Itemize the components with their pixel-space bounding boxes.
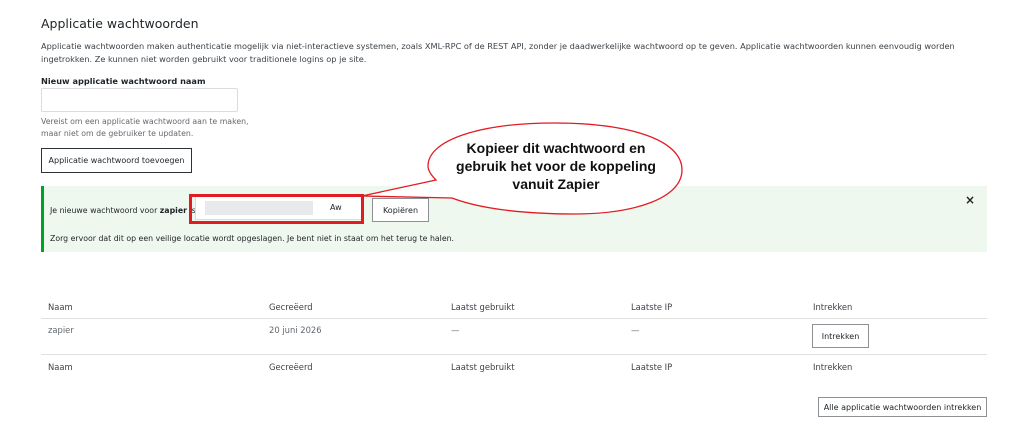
col-header-last-used: Laatst gebruikt	[451, 302, 515, 312]
revoke-button[interactable]: Intrekken	[812, 324, 869, 348]
add-app-password-button[interactable]: Applicatie wachtwoord toevoegen	[41, 148, 192, 173]
table-divider	[41, 318, 987, 319]
row-created: 20 juni 2026	[269, 325, 322, 335]
callout-text: Kopieer dit wachtwoord en gebruik het vo…	[456, 140, 656, 192]
table-divider	[41, 354, 987, 355]
col-header-last-ip: Laatste IP	[631, 302, 673, 312]
notice-app-name: zapier	[159, 206, 187, 215]
col-header-name: Naam	[48, 302, 73, 312]
row-last-used: —	[451, 325, 460, 335]
password-highlight-box	[189, 194, 364, 224]
col-footer-revoke: Intrekken	[813, 362, 853, 372]
name-label: Nieuw applicatie wachtwoord naam	[41, 76, 206, 86]
col-footer-name: Naam	[48, 362, 73, 372]
notice-message: Je nieuwe wachtwoord voor zapier is:	[50, 206, 199, 215]
notice-warning: Zorg ervoor dat dit op een veilige locat…	[50, 234, 455, 243]
section-description: Applicatie wachtwoorden maken authentica…	[41, 41, 955, 64]
col-footer-created: Gecreëerd	[269, 362, 313, 372]
section-title: Applicatie wachtwoorden	[41, 16, 199, 31]
name-hint: Vereist om een applicatie wachtwoord aan…	[41, 117, 249, 138]
col-footer-last-used: Laatst gebruikt	[451, 362, 515, 372]
close-icon[interactable]: ×	[965, 193, 975, 207]
copy-password-button[interactable]: Kopiëren	[372, 198, 429, 222]
row-last-ip: —	[631, 325, 640, 335]
col-header-created: Gecreëerd	[269, 302, 313, 312]
row-name: zapier	[48, 325, 74, 335]
revoke-all-button[interactable]: Alle applicatie wachtwoorden intrekken	[818, 397, 987, 417]
col-header-revoke: Intrekken	[813, 302, 853, 312]
app-password-name-input[interactable]	[41, 88, 238, 112]
col-footer-last-ip: Laatste IP	[631, 362, 673, 372]
